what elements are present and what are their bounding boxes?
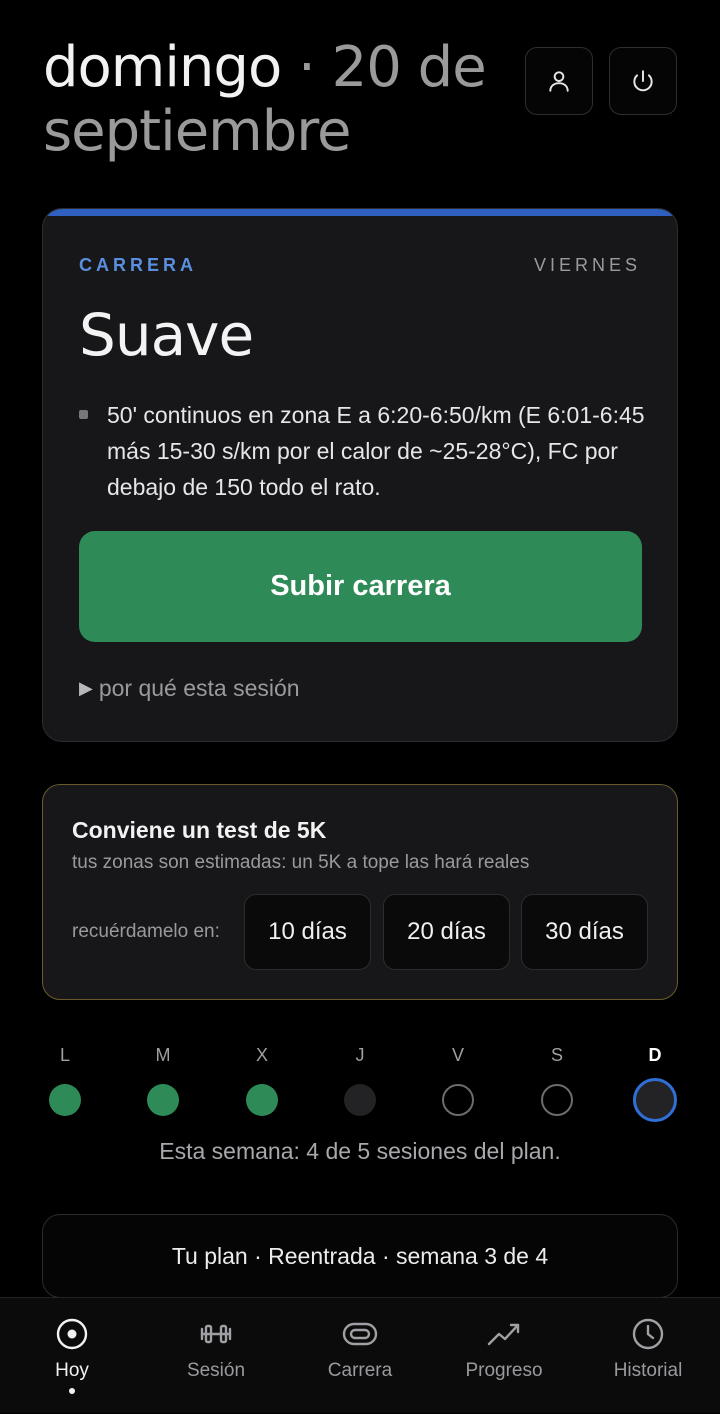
- session-day-label: VIERNES: [533, 255, 641, 275]
- day-letter: S: [550, 1045, 563, 1065]
- nav-label: Hoy: [55, 1360, 89, 1381]
- clock-icon: [632, 1318, 664, 1350]
- nav-label: Carrera: [327, 1360, 393, 1381]
- user-icon: [549, 71, 569, 92]
- session-bullet: 50' continuos en zona E a 6:20-6:50/km (…: [79, 397, 649, 505]
- bullet-marker: [79, 410, 88, 419]
- active-indicator: [69, 1388, 75, 1394]
- day-monday: L: [35, 1040, 95, 1116]
- day-status-done: [147, 1084, 179, 1116]
- profile-button[interactable]: [525, 47, 593, 115]
- day-status-today: [633, 1078, 677, 1122]
- day-friday: V: [428, 1040, 488, 1116]
- remind-label: recuérdamelo en:: [72, 921, 220, 942]
- remind-20-days-button[interactable]: 20 días: [383, 894, 510, 970]
- disclosure-label: por qué esta sesión: [98, 675, 300, 701]
- day-status-rest: [344, 1084, 376, 1116]
- test-card-subtitle: tus zonas son estimadas: un 5K a tope la…: [72, 852, 530, 873]
- week-summary: Esta semana: 4 de 5 sesiones del plan.: [159, 1138, 561, 1164]
- week-tracker: L M X J V S D: [0, 1040, 720, 1130]
- nav-tab-carrera[interactable]: Carrera: [288, 1298, 432, 1414]
- day-thursday: J: [330, 1040, 390, 1116]
- day-letter: V: [451, 1045, 464, 1065]
- page-title: domingo · 20 de septiembre: [43, 36, 503, 164]
- plan-banner[interactable]: Tu plan · Reentrada · semana 3 de 4: [42, 1214, 678, 1298]
- day-status-pending: [442, 1084, 474, 1116]
- disclosure-triangle-icon: ▶: [79, 678, 93, 698]
- day-sunday: D: [625, 1040, 685, 1122]
- date-day: domingo: [43, 35, 282, 100]
- date-separator: ·: [281, 35, 332, 100]
- nav-label: Historial: [613, 1360, 683, 1381]
- nav-label: Sesión: [186, 1360, 246, 1381]
- day-wednesday: X: [232, 1040, 292, 1116]
- day-status-done: [246, 1084, 278, 1116]
- card-accent-bar: [43, 209, 677, 216]
- remind-30-days-button[interactable]: 30 días: [521, 894, 648, 970]
- nav-label: Progreso: [465, 1360, 543, 1381]
- day-letter: J: [355, 1045, 365, 1065]
- remind-10-days-button[interactable]: 10 días: [244, 894, 371, 970]
- day-letter: D: [648, 1045, 662, 1065]
- page-header: domingo · 20 de septiembre: [43, 36, 503, 164]
- nav-tab-historial[interactable]: Historial: [576, 1298, 720, 1414]
- target-icon: [56, 1318, 88, 1350]
- day-tuesday: M: [133, 1040, 193, 1116]
- test-5k-card: Conviene un test de 5K tus zonas son est…: [42, 784, 678, 1000]
- why-this-session-toggle[interactable]: ▶ por qué esta sesión: [79, 675, 300, 702]
- bottom-nav: Hoy Sesión Carrera Progreso Historial: [0, 1297, 720, 1413]
- nav-tab-progreso[interactable]: Progreso: [432, 1298, 576, 1414]
- dumbbell-icon: [200, 1324, 232, 1344]
- nav-tab-sesion[interactable]: Sesión: [144, 1298, 288, 1414]
- power-icon: [633, 70, 653, 92]
- day-letter: L: [59, 1045, 70, 1065]
- test-card-title: Conviene un test de 5K: [72, 817, 327, 843]
- day-letter: M: [155, 1045, 171, 1065]
- day-saturday: S: [527, 1040, 587, 1116]
- day-status-done: [49, 1084, 81, 1116]
- session-title: Suave: [79, 301, 254, 369]
- session-description: 50' continuos en zona E a 6:20-6:50/km (…: [107, 402, 645, 500]
- session-card: CARRERA VIERNES Suave 50' continuos en z…: [42, 208, 678, 742]
- session-type-label: CARRERA: [79, 255, 197, 275]
- upload-run-button[interactable]: Subir carrera: [79, 531, 642, 642]
- day-letter: X: [255, 1045, 268, 1065]
- trend-icon: [487, 1323, 520, 1346]
- logout-button[interactable]: [609, 47, 677, 115]
- day-status-pending: [541, 1084, 573, 1116]
- track-icon: [342, 1322, 378, 1346]
- nav-tab-hoy[interactable]: Hoy: [0, 1298, 144, 1414]
